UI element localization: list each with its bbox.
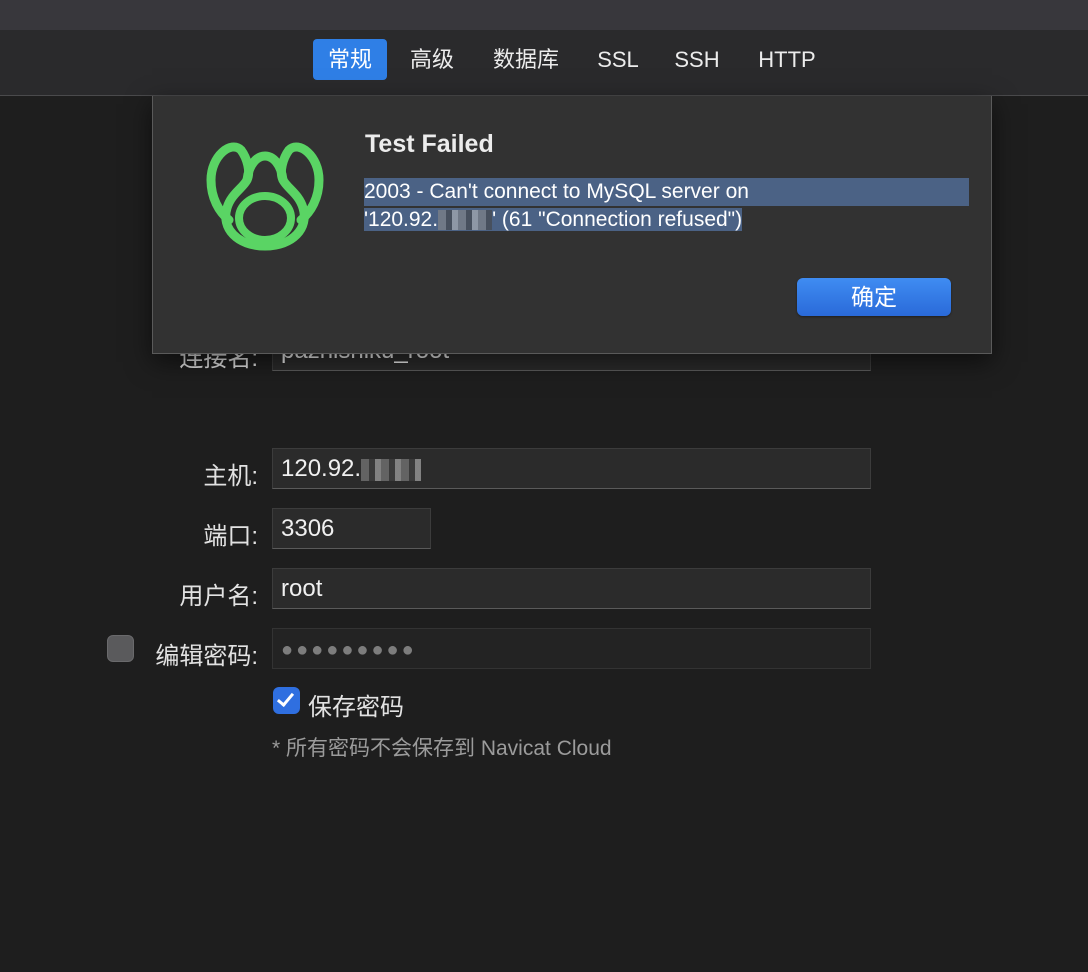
redacted-ip-mask (438, 210, 493, 231)
port-label: 端口: (203, 523, 258, 550)
redacted-ip-mask (361, 458, 422, 481)
port-value: 3306 (281, 515, 335, 542)
ok-button[interactable]: 确定 (797, 278, 951, 316)
edit-password-label: 编辑密码: (155, 643, 258, 670)
tab-advanced[interactable]: 高级 (398, 39, 466, 80)
dialog-title: Test Failed (365, 130, 494, 158)
edit-password-checkbox[interactable] (107, 635, 134, 662)
dialog-message-line1: 2003 - Can't connect to MySQL server on (364, 178, 969, 206)
cloud-note: * 所有密码不会保存到 Navicat Cloud (272, 737, 612, 760)
host-value: 120.92. (281, 455, 362, 482)
window-titlebar (0, 0, 1088, 30)
save-password-label: 保存密码 (308, 694, 404, 721)
port-input[interactable]: 3306 (272, 508, 431, 549)
username-label: 用户名: (179, 583, 258, 610)
username-value: root (281, 575, 323, 602)
tab-http[interactable]: HTTP (745, 39, 829, 80)
tab-database[interactable]: 数据库 (480, 39, 572, 80)
test-failed-dialog: Test Failed 2003 - Can't connect to MySQ… (152, 96, 992, 354)
host-label: 主机: (203, 463, 258, 490)
password-dots: ●●●●●●●●● (281, 639, 417, 661)
dialog-message[interactable]: 2003 - Can't connect to MySQL server on … (364, 178, 969, 234)
tab-bar: 常规 高级 数据库 SSL SSH HTTP (0, 30, 1088, 96)
navicat-logo-icon (206, 142, 324, 251)
dialog-message-line2-prefix: '120.92. (364, 208, 439, 231)
username-input[interactable]: root (272, 568, 871, 609)
host-input[interactable]: 120.92. (272, 448, 871, 489)
save-password-checkbox[interactable] (273, 687, 300, 714)
password-input: ●●●●●●●●● (272, 628, 871, 669)
dialog-message-line2-suffix: ' (61 "Connection refused") (492, 208, 743, 231)
checkmark-icon (276, 688, 295, 708)
tab-general[interactable]: 常规 (313, 39, 387, 80)
tab-ssh[interactable]: SSH (664, 39, 730, 80)
tab-ssl[interactable]: SSL (586, 39, 650, 80)
